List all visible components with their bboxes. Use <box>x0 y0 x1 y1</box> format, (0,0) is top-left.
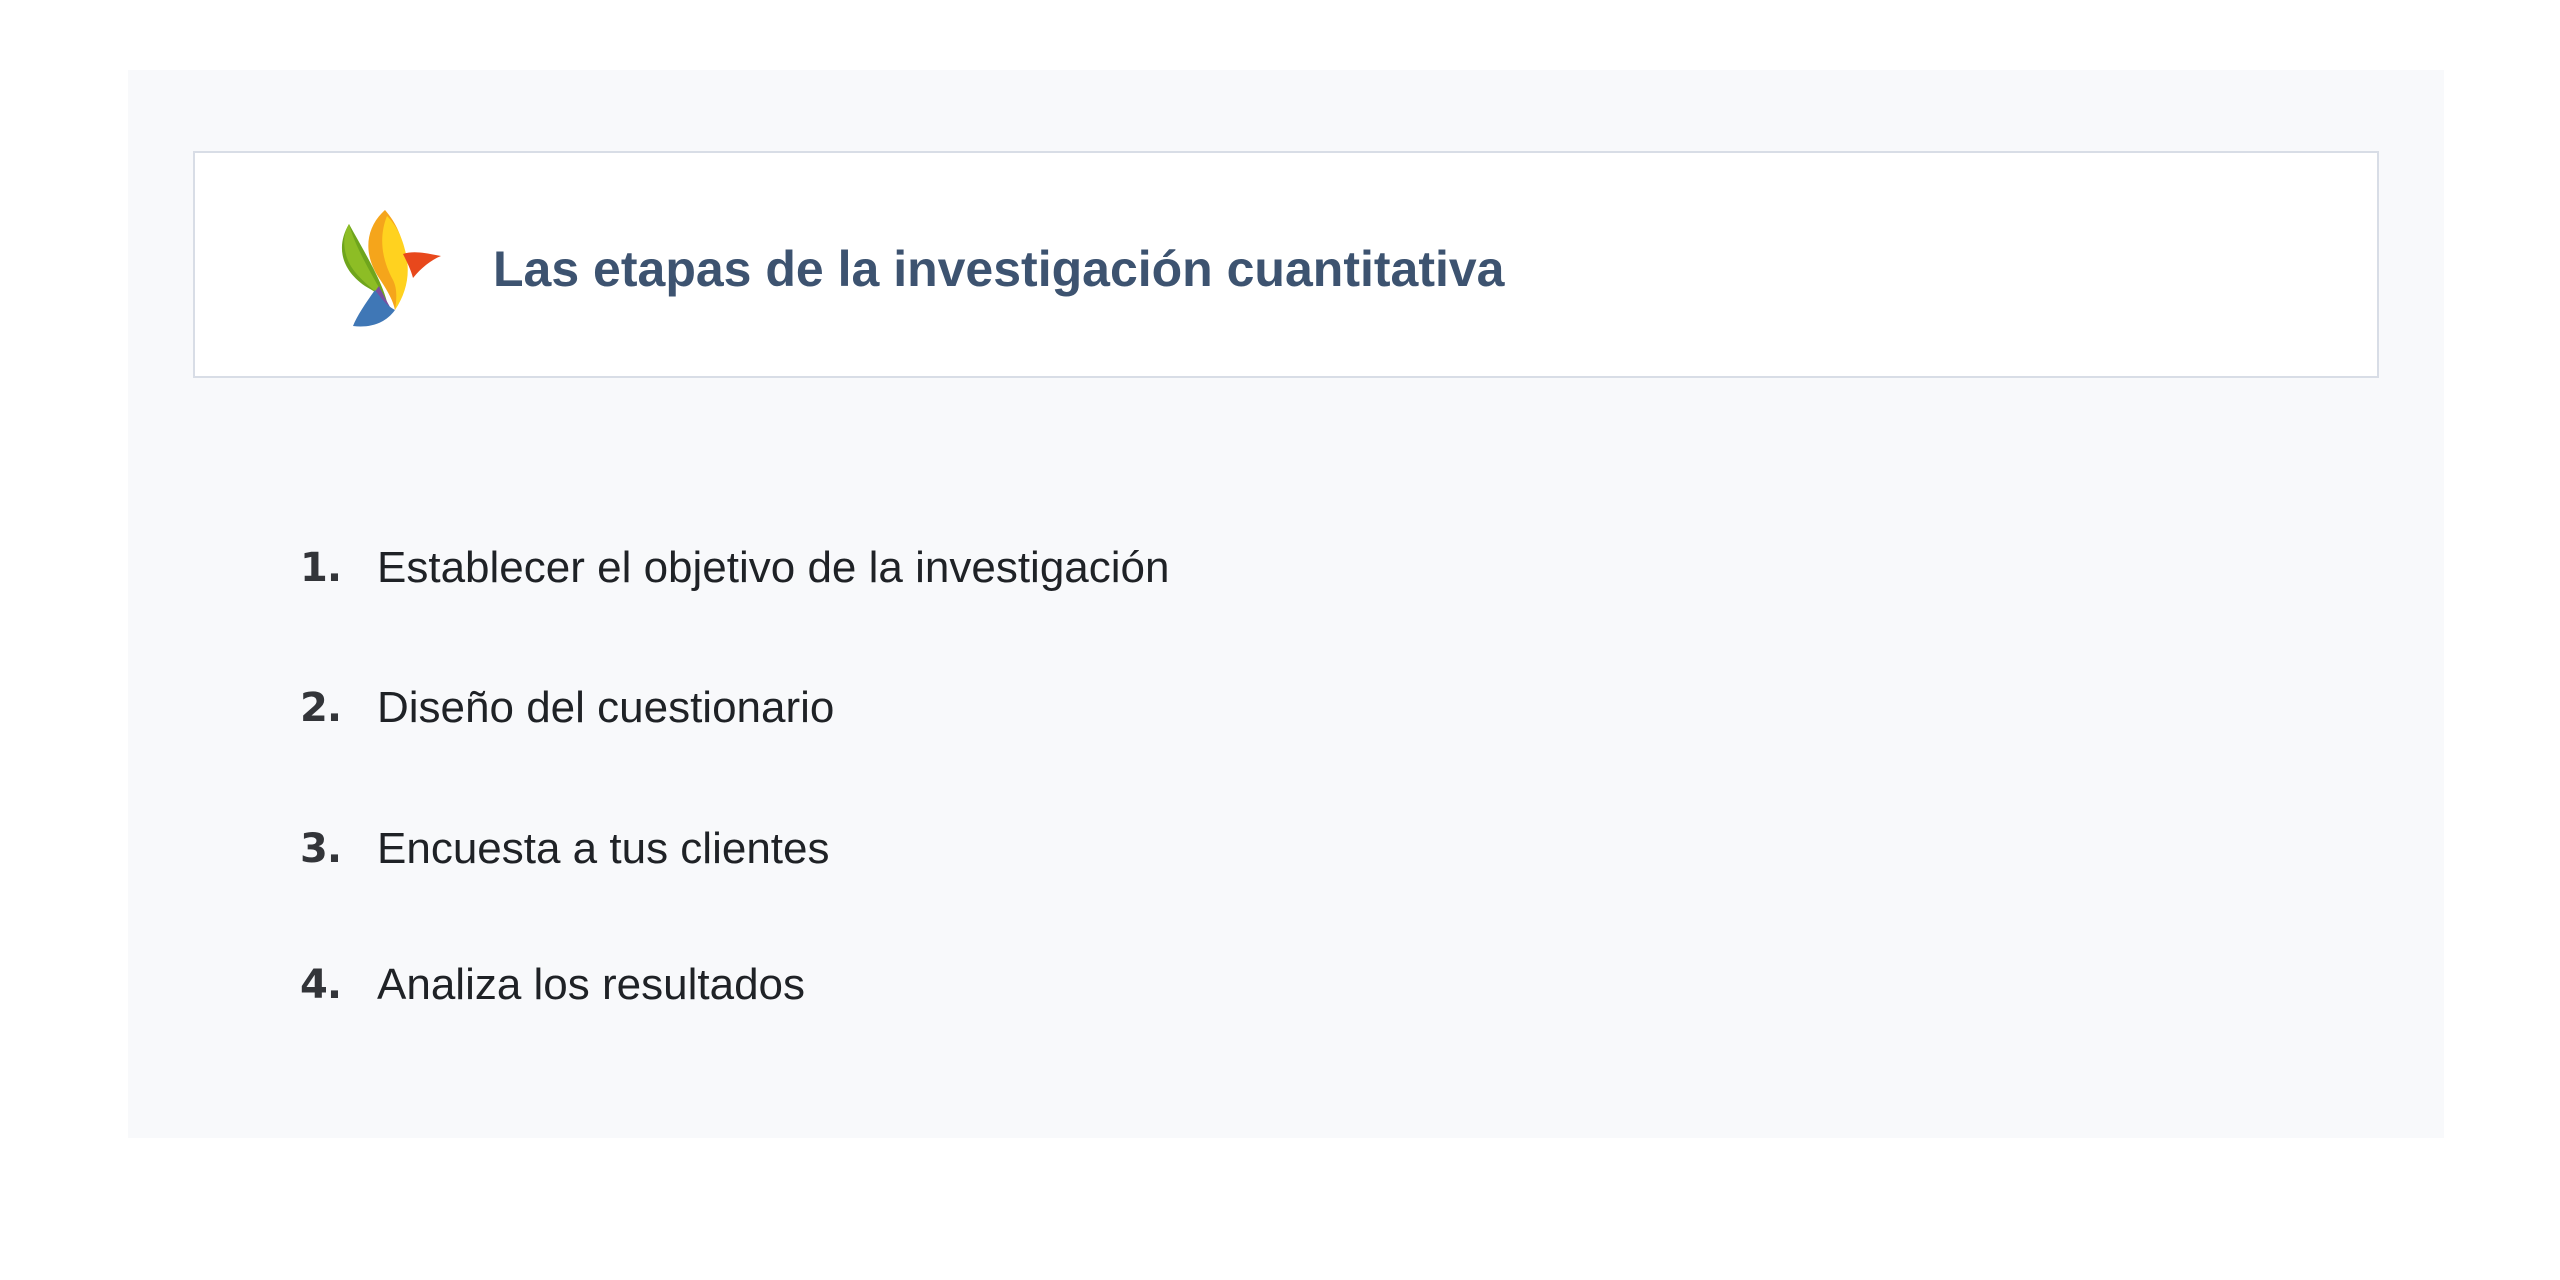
step-number: 4. <box>300 962 342 1008</box>
list-item: 3. Encuesta a tus clientes <box>300 814 829 884</box>
step-text: Establecer el objetivo de la investigaci… <box>377 543 1170 592</box>
step-text: Encuesta a tus clientes <box>377 824 830 873</box>
content-panel: Las etapas de la investigación cuantitat… <box>128 70 2444 1138</box>
list-item: 2. Diseño del cuestionario <box>300 673 834 743</box>
step-text: Analiza los resultados <box>377 960 806 1009</box>
steps-list: 1. Establecer el objetivo de la investig… <box>300 70 2100 1138</box>
step-number: 1. <box>300 545 342 591</box>
list-item: 4. Analiza los resultados <box>300 950 805 1020</box>
step-number: 2. <box>300 685 342 731</box>
step-text: Diseño del cuestionario <box>377 683 835 732</box>
step-number: 3. <box>300 826 342 872</box>
list-item: 1. Establecer el objetivo de la investig… <box>300 533 1169 603</box>
